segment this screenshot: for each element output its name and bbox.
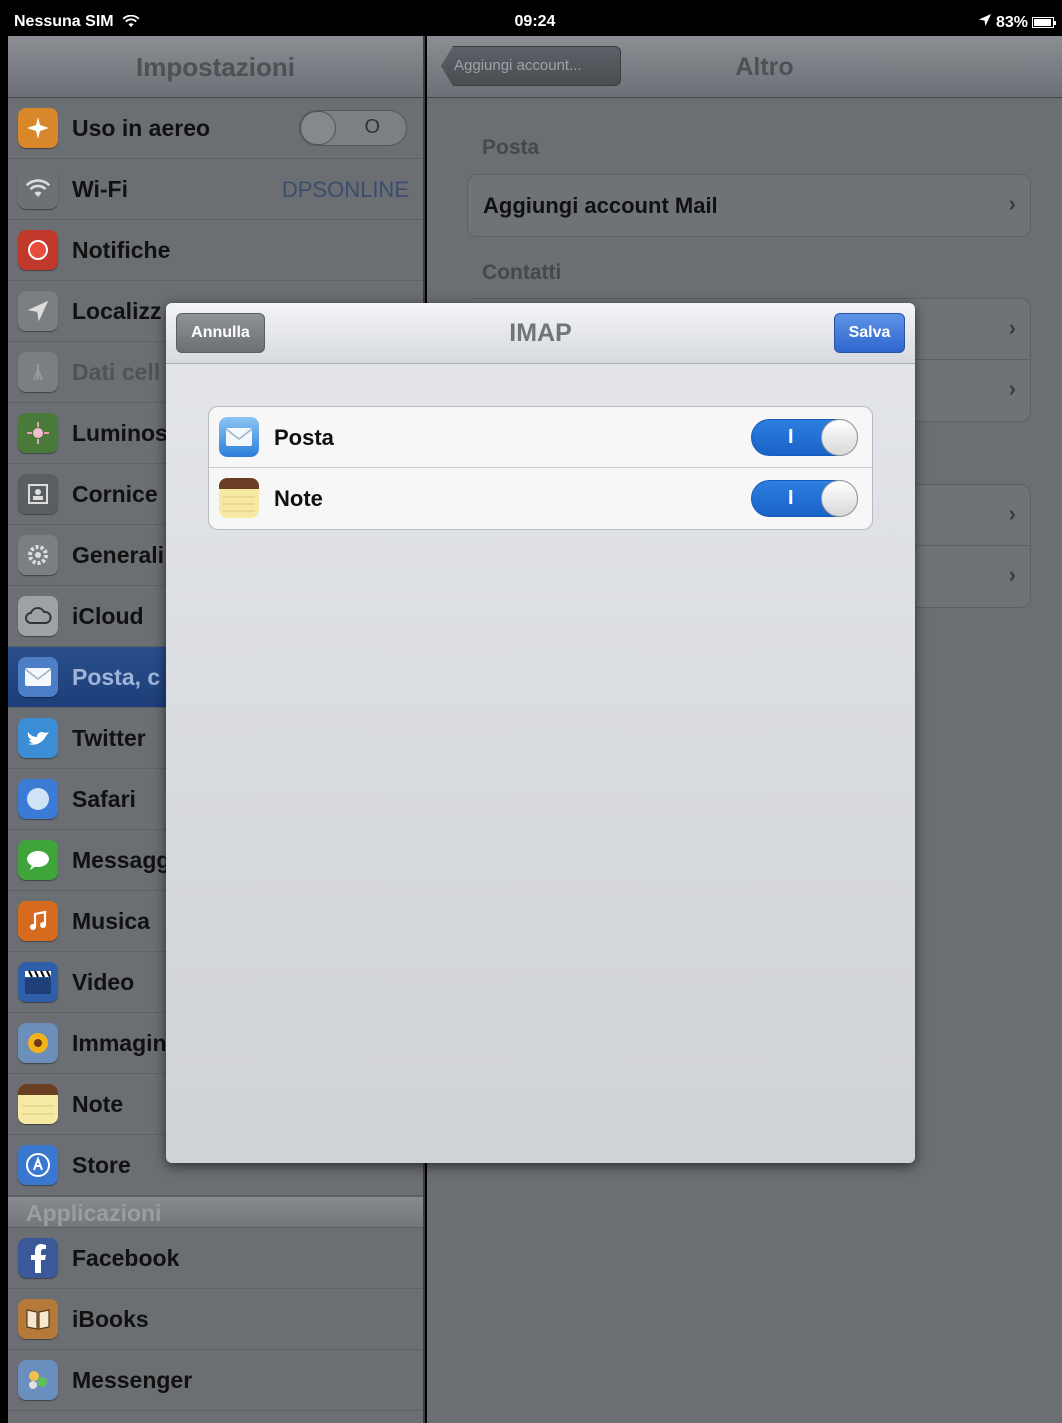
applicazioni-section-header: Applicazioni — [8, 1196, 423, 1228]
modal-title: IMAP — [509, 319, 572, 347]
sidebar-item-label: Uso in aereo — [72, 115, 211, 141]
contatti-section-header: Contatti — [482, 261, 562, 284]
cloud-icon — [18, 596, 58, 636]
chevron-right-icon: › — [1008, 191, 1016, 216]
chevron-right-icon: › — [1008, 315, 1016, 340]
notepad-icon — [219, 478, 259, 518]
battery-percent: 83% — [995, 13, 1028, 31]
book-icon — [18, 1299, 58, 1339]
imap-modal: Annulla IMAP Salva Posta I Note I — [166, 303, 915, 1163]
sidebar-item-label: Facebook — [72, 1245, 180, 1271]
airplane-icon — [18, 108, 58, 148]
sidebar-item-label: Musica — [72, 908, 150, 934]
sidebar-item-notifiche[interactable]: Notifiche — [8, 220, 423, 281]
add-mail-account-row[interactable]: Aggiungi account Mail › — [468, 175, 1030, 236]
sidebar-item-label: iCloud — [72, 603, 144, 629]
status-bar: Nessuna SIM 09:24 83% — [8, 8, 1062, 36]
sidebar-item-value: DPSONLINE — [281, 177, 409, 202]
toggle-off-mark: O — [364, 116, 380, 138]
chevron-right-icon: › — [1008, 501, 1016, 526]
app-store-icon — [18, 1145, 58, 1185]
sidebar-item-uso-in-aereo[interactable]: Uso in aereo O — [8, 98, 423, 159]
toggle-on-mark: I — [788, 487, 794, 509]
battery-fill — [1034, 19, 1051, 26]
posta-service-row: Posta I — [209, 407, 872, 468]
note-service-label: Note — [274, 486, 323, 511]
compass-icon — [18, 779, 58, 819]
messenger-icon — [18, 1360, 58, 1400]
sidebar-item-facebook[interactable]: Facebook — [8, 1228, 423, 1289]
sidebar-item-label: Messenger — [72, 1367, 193, 1393]
posta-toggle[interactable]: I — [751, 419, 858, 456]
sidebar-item-label: Note — [72, 1091, 124, 1117]
sidebar-item-label: Messagg — [72, 847, 171, 873]
toggle-knob — [821, 480, 858, 517]
save-button[interactable]: Salva — [834, 313, 905, 353]
sidebar-item-label: iBooks — [72, 1306, 149, 1332]
gear-icon — [18, 535, 58, 575]
sidebar-item-label: Immagin — [72, 1030, 167, 1056]
sidebar-item-label: Cornice — [72, 481, 158, 507]
chevron-right-icon: › — [1008, 376, 1016, 401]
clapperboard-icon — [18, 962, 58, 1002]
location-icon — [18, 291, 58, 331]
sidebar-item-label: Generali — [72, 542, 165, 568]
sidebar-item-label: Store — [72, 1152, 131, 1178]
modal-navbar: Annulla IMAP Salva — [166, 303, 915, 364]
status-right: 83% — [978, 13, 1056, 32]
cellular-icon — [18, 352, 58, 392]
sidebar-item-messenger[interactable]: Messenger — [8, 1350, 423, 1411]
toggle-knob — [300, 111, 336, 145]
picture-frame-icon — [18, 474, 58, 514]
posta-group: Aggiungi account Mail › — [467, 174, 1031, 237]
sidebar-title: Impostazioni — [8, 36, 423, 98]
music-note-icon — [18, 901, 58, 941]
wifi-icon — [18, 169, 58, 209]
clock: 09:24 — [514, 13, 556, 30]
mail-icon — [219, 417, 259, 457]
chevron-right-icon: › — [1008, 562, 1016, 587]
toggle-on-mark: I — [788, 426, 794, 448]
sidebar-item-wi-fi[interactable]: Wi-Fi DPSONLINE — [8, 159, 423, 220]
location-arrow-icon — [978, 13, 992, 32]
posta-section-header: Posta — [482, 136, 540, 159]
sidebar-item-label: Luminos — [72, 420, 168, 446]
facebook-icon — [18, 1238, 58, 1278]
sidebar-item-label: Localizz — [72, 298, 162, 324]
sidebar-item-label: Posta, c — [72, 664, 161, 690]
sidebar-item-label: Dati cell — [72, 359, 161, 385]
note-toggle[interactable]: I — [751, 480, 858, 517]
add-mail-account-label: Aggiungi account Mail — [483, 193, 718, 218]
notifications-icon — [18, 230, 58, 270]
battery-icon — [1032, 17, 1056, 28]
sidebar-item-label: Safari — [72, 786, 136, 812]
sidebar-item-label: Notifiche — [72, 237, 171, 263]
notepad-icon — [18, 1084, 58, 1124]
sunflower-icon — [18, 1023, 58, 1063]
airplane-mode-toggle[interactable]: O — [299, 110, 407, 146]
brightness-icon — [18, 413, 58, 453]
posta-service-label: Posta — [274, 425, 334, 450]
twitter-icon — [18, 718, 58, 758]
mail-icon — [18, 657, 58, 697]
sidebar-item-label: Video — [72, 969, 135, 995]
imap-services-group: Posta I Note I — [208, 406, 873, 530]
sidebar-item-label: Twitter — [72, 725, 146, 751]
message-bubble-icon — [18, 840, 58, 880]
sidebar-item-label: Wi-Fi — [72, 176, 128, 202]
note-service-row: Note I — [209, 468, 872, 529]
detail-navbar: Aggiungi account... Altro — [427, 36, 1062, 98]
sidebar-item-ibooks[interactable]: iBooks — [8, 1289, 423, 1350]
detail-title: Altro — [735, 53, 794, 81]
toggle-knob — [821, 419, 858, 456]
